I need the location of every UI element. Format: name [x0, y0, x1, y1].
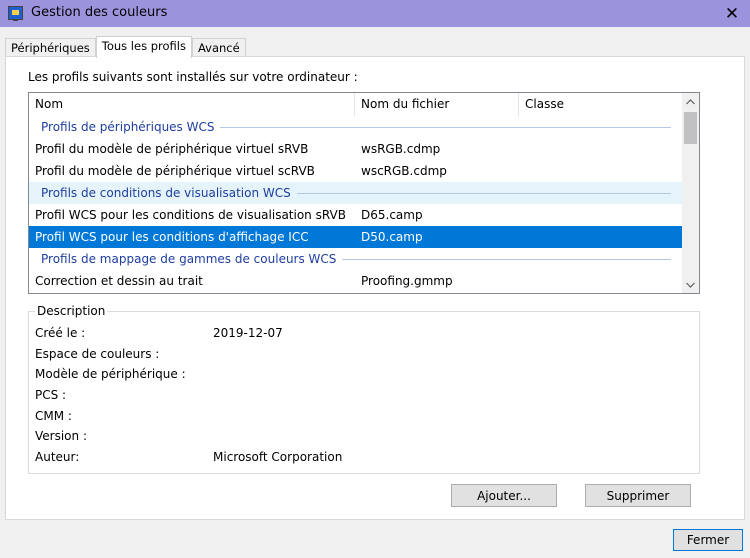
version-label: Version : [35, 429, 87, 443]
column-header-nom[interactable]: Nom [29, 93, 355, 116]
profile-name: Correction et dessin au trait [35, 274, 203, 288]
tab-strip: Périphériques Tous les profils Avancé [5, 36, 246, 58]
cree-label: Créé le : [35, 326, 86, 340]
column-header-fichier[interactable]: Nom du fichier [355, 93, 519, 116]
vertical-scrollbar[interactable] [682, 93, 699, 293]
group-header[interactable]: Profils de mappage de gammes de couleurs… [29, 248, 683, 270]
group-label: Profils de conditions de visualisation W… [41, 186, 291, 200]
description-legend: Description [35, 304, 108, 318]
cree-value: 2019-12-07 [213, 326, 283, 340]
list-item[interactable]: Profil du modèle de périphérique virtuel… [29, 160, 683, 182]
close-button[interactable]: Fermer [673, 529, 743, 551]
add-button[interactable]: Ajouter... [451, 484, 557, 507]
scroll-down-icon[interactable] [682, 276, 699, 293]
espace-label: Espace de couleurs : [35, 347, 160, 361]
scroll-thumb[interactable] [684, 112, 697, 144]
description-group: Description Créé le : 2019-12-07 Espace … [28, 304, 700, 474]
profile-name: Profil WCS pour les conditions de visual… [35, 208, 346, 222]
auteur-value: Microsoft Corporation [213, 450, 343, 464]
group-header[interactable]: Profils de périphériques WCS [29, 116, 683, 138]
color-management-icon [8, 6, 23, 21]
title-bar: Gestion des couleurs ✕ [0, 0, 750, 27]
pcs-label: PCS : [35, 388, 67, 402]
group-label: Profils de périphériques WCS [41, 120, 215, 134]
profile-file: wsRGB.cdmp [361, 142, 441, 156]
delete-button[interactable]: Supprimer [585, 484, 691, 507]
list-header: Nom Nom du fichier Classe [29, 93, 683, 116]
group-header[interactable]: Profils de conditions de visualisation W… [29, 182, 683, 204]
profile-file: wscRGB.cdmp [361, 164, 447, 178]
list-item[interactable]: Profil du modèle de périphérique virtuel… [29, 138, 683, 160]
group-label: Profils de mappage de gammes de couleurs… [41, 252, 337, 266]
profile-file: D50.camp [361, 230, 423, 244]
profile-file: D65.camp [361, 208, 423, 222]
tab-peripheriques[interactable]: Périphériques [5, 38, 96, 58]
modele-label: Modèle de périphérique : [35, 367, 186, 381]
profiles-list[interactable]: Nom Nom du fichier Classe Profils de pér… [28, 92, 700, 294]
tab-avance[interactable]: Avancé [191, 38, 246, 58]
profile-name: Profil du modèle de périphérique virtuel… [35, 142, 309, 156]
profile-file: Proofing.gmmp [361, 274, 453, 288]
window-title: Gestion des couleurs [31, 5, 168, 20]
scroll-up-icon[interactable] [682, 93, 699, 110]
column-header-classe[interactable]: Classe [519, 93, 683, 116]
profile-name: Profil WCS pour les conditions d'afficha… [35, 230, 309, 244]
close-icon[interactable]: ✕ [714, 0, 750, 27]
list-item-selected[interactable]: Profil WCS pour les conditions d'afficha… [29, 226, 683, 248]
tab-tous-les-profils[interactable]: Tous les profils [95, 36, 192, 58]
intro-text: Les profils suivants sont installés sur … [28, 70, 358, 84]
list-item[interactable]: Correction et dessin au trait Proofing.g… [29, 270, 683, 292]
list-item[interactable]: Profil WCS pour les conditions de visual… [29, 204, 683, 226]
profile-name: Profil du modèle de périphérique virtuel… [35, 164, 315, 178]
auteur-label: Auteur: [35, 450, 80, 464]
cmm-label: CMM : [35, 409, 72, 423]
